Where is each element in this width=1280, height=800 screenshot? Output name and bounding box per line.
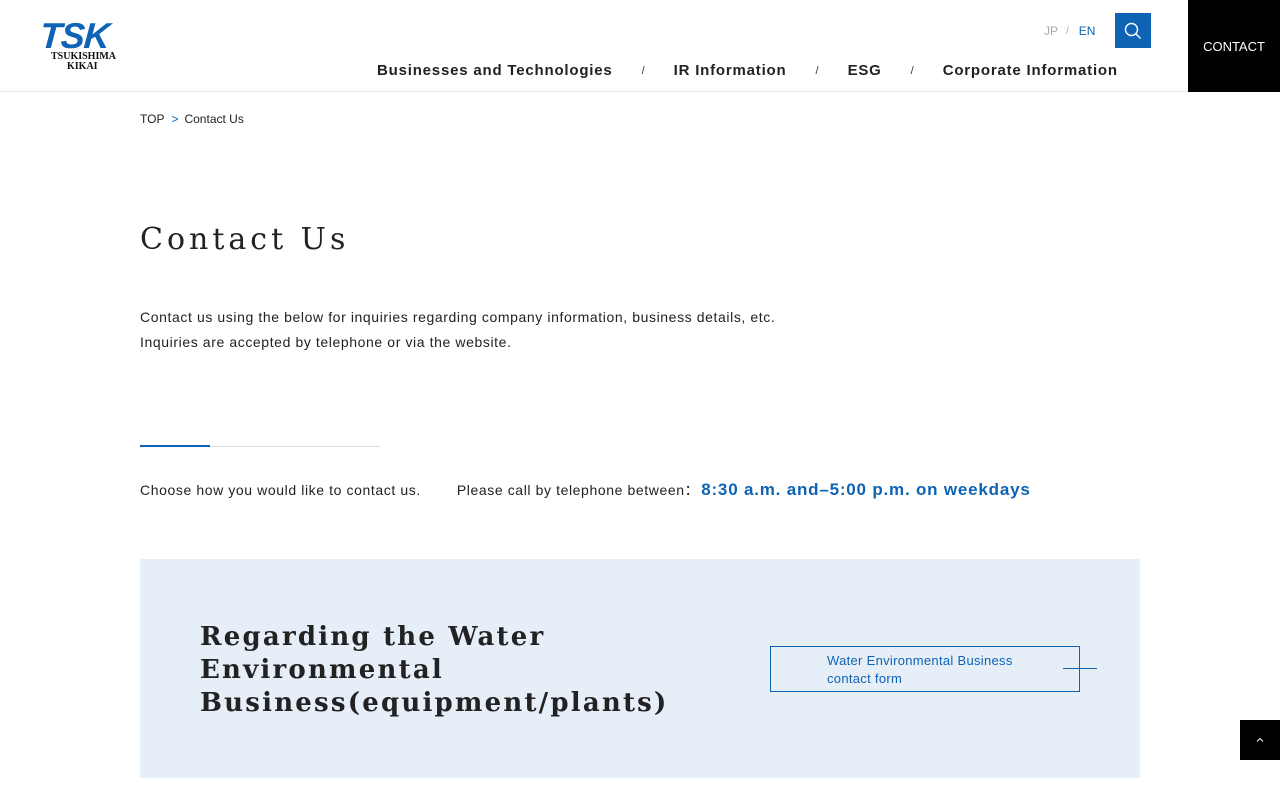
language-switcher: JP / EN	[1044, 24, 1095, 38]
water-business-contact-form-button[interactable]: Water Environmental Business contact for…	[770, 646, 1097, 692]
lang-jp-link[interactable]: JP	[1044, 24, 1058, 38]
lang-en-link[interactable]: EN	[1079, 24, 1096, 38]
contact-method-info: Choose how you would like to contact us.…	[140, 480, 1031, 500]
water-business-contact-card: Regarding the Water Environmental Busine…	[140, 559, 1140, 778]
page-title: Contact Us	[140, 222, 350, 257]
intro-text: Contact us using the below for inquiries…	[140, 305, 775, 355]
lang-separator: /	[1066, 25, 1069, 37]
nav-item-corporate[interactable]: Corporate Information	[943, 62, 1118, 79]
breadcrumb-home-link[interactable]: TOP	[140, 112, 164, 126]
nav-item-businesses[interactable]: Businesses and Technologies	[377, 62, 613, 79]
nav-separator: /	[815, 64, 819, 77]
intro-line: Inquiries are accepted by telephone or v…	[140, 334, 512, 350]
call-hours-label: Please call by telephone between：	[456, 482, 700, 498]
breadcrumb-separator: >	[171, 112, 179, 126]
nav-separator: /	[641, 64, 645, 77]
nav-item-esg[interactable]: ESG	[848, 62, 882, 79]
card-title: Regarding the Water Environmental Busine…	[200, 622, 669, 718]
breadcrumb: TOP > Contact Us	[140, 112, 244, 126]
search-button[interactable]	[1115, 13, 1151, 48]
section-divider-accent	[140, 445, 210, 447]
back-to-top-button[interactable]	[1240, 720, 1280, 760]
logo-mark: TSK	[38, 15, 111, 56]
chevron-up-icon	[1256, 737, 1264, 742]
contact-button[interactable]: CONTACT	[1188, 0, 1280, 92]
search-icon	[1124, 22, 1141, 39]
form-button-label: Water Environmental Business contact for…	[827, 653, 1013, 686]
arrow-line-icon	[1063, 668, 1097, 669]
choose-method-text: Choose how you would like to contact us.	[140, 482, 421, 498]
nav-separator: /	[910, 64, 914, 77]
logo-text-line2: KIKAI	[67, 61, 98, 72]
nav-item-ir[interactable]: IR Information	[674, 62, 787, 79]
breadcrumb-current: Contact Us	[184, 112, 244, 126]
call-hours-value: 8:30 a.m. and–5:00 p.m. on weekdays	[701, 480, 1031, 499]
main-nav: Businesses and Technologies / IR Informa…	[377, 62, 1118, 79]
site-header: TSK TSUKISHIMA KIKAI JP / EN Businesses …	[0, 0, 1280, 92]
intro-line: Contact us using the below for inquiries…	[140, 309, 776, 325]
logo[interactable]: TSK TSUKISHIMA KIKAI	[38, 15, 132, 72]
